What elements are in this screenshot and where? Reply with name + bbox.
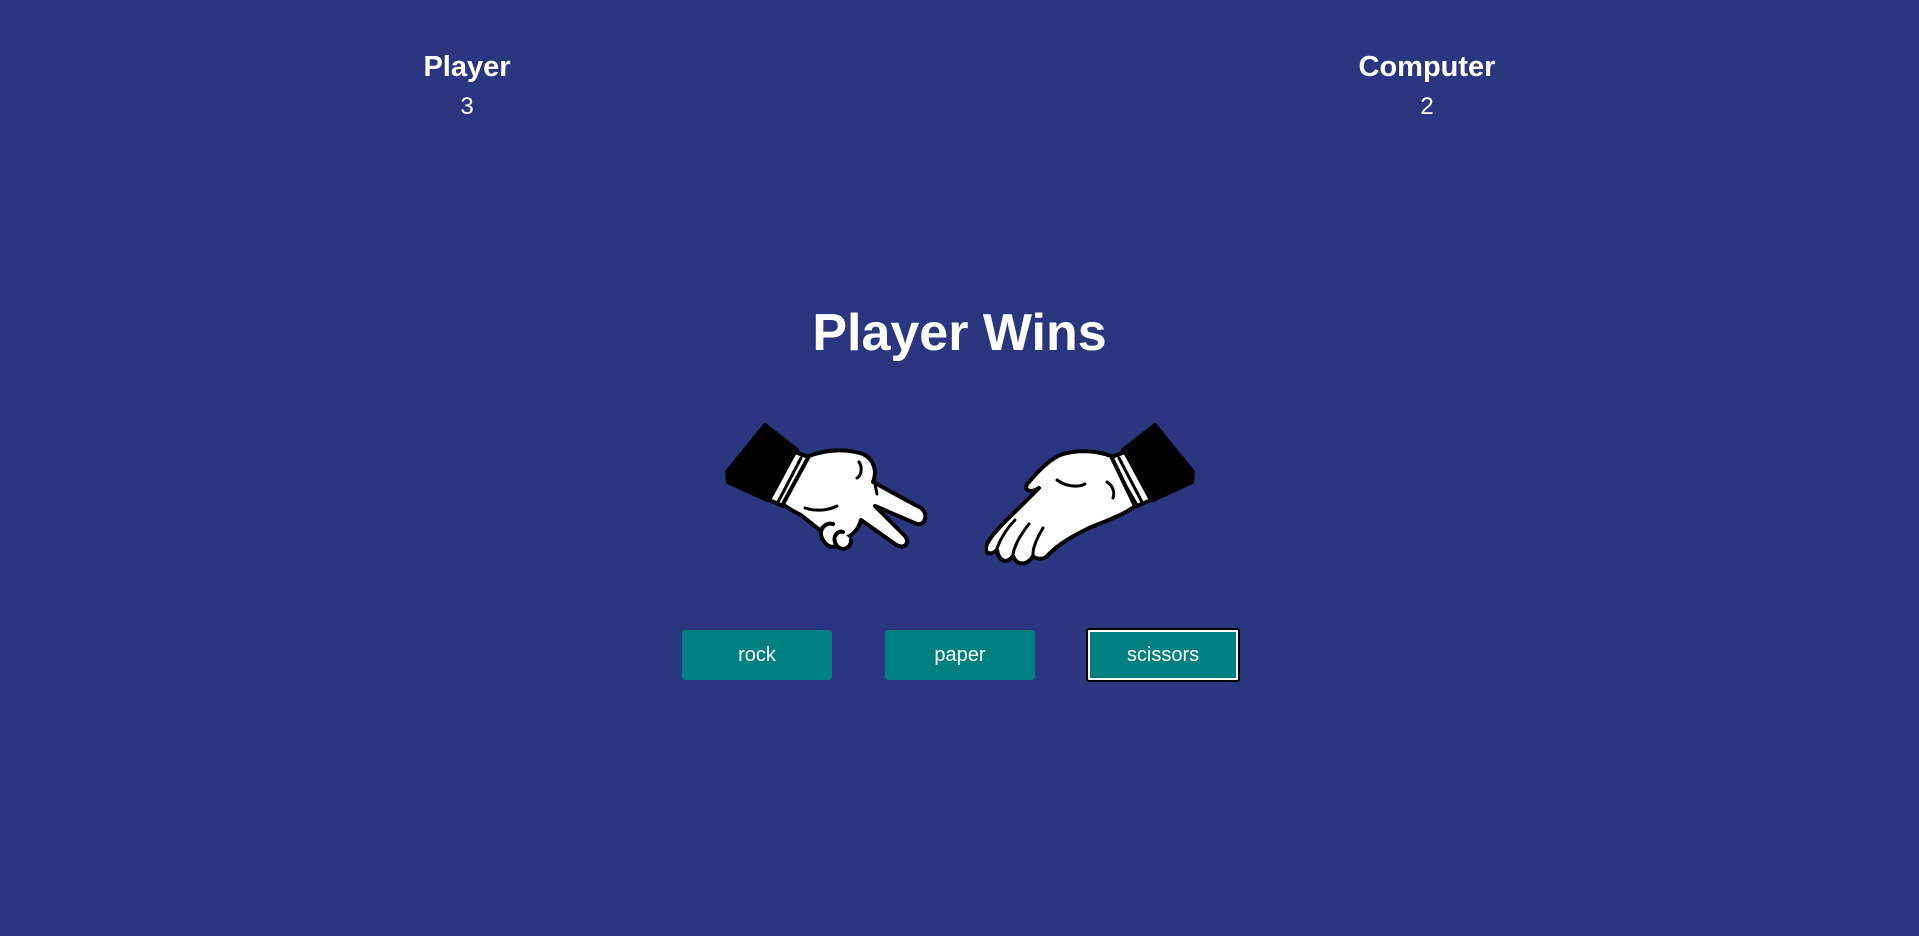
game-screen: Player 3 Computer 2 Player Wins rock pap… [0, 0, 1919, 936]
player-label: Player [423, 51, 511, 83]
hands-display [725, 420, 1195, 580]
player-score-panel: Player 3 [317, 50, 617, 121]
result-message: Player Wins [812, 304, 1107, 362]
choice-buttons: rock paper scissors [682, 628, 1242, 682]
scissors-button[interactable]: scissors [1086, 628, 1240, 682]
paper-hand-icon [984, 420, 1195, 580]
rock-button[interactable]: rock [682, 630, 832, 680]
paper-button[interactable]: paper [885, 630, 1035, 680]
computer-score-panel: Computer 2 [1277, 50, 1577, 121]
player-score: 3 [460, 93, 474, 120]
computer-label: Computer [1358, 51, 1496, 83]
scissors-hand-icon [725, 420, 935, 580]
computer-score: 2 [1420, 93, 1434, 120]
